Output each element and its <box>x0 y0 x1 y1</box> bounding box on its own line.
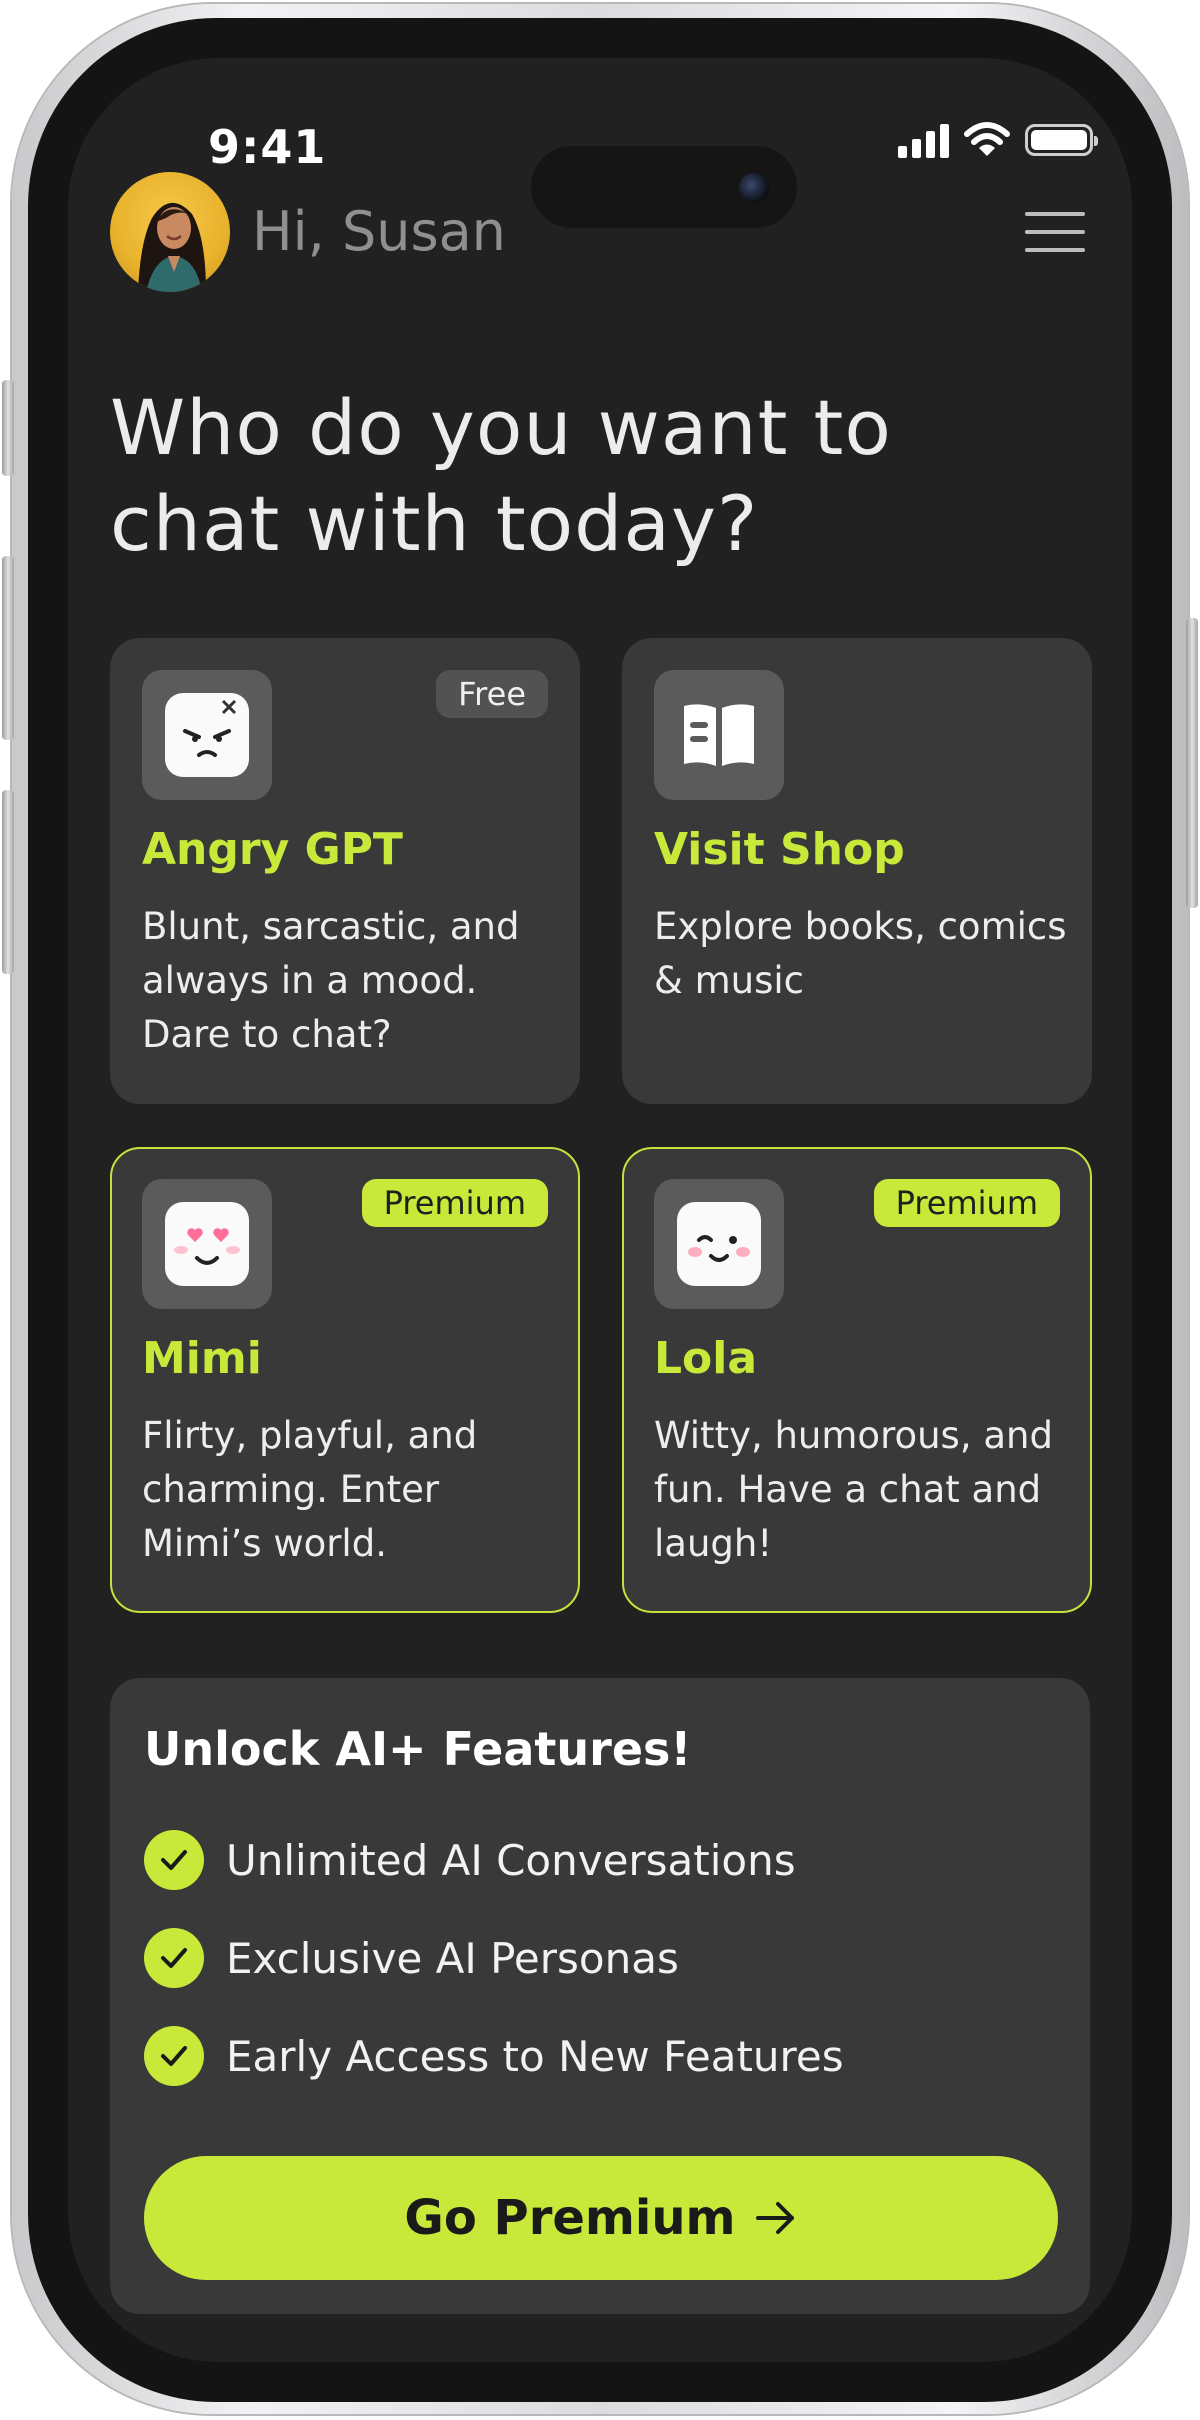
volume-down-button <box>2 790 14 974</box>
battery-icon <box>1025 124 1098 156</box>
go-premium-button[interactable]: Go Premium <box>144 2156 1058 2280</box>
check-icon <box>144 2026 204 2086</box>
shop-title: Visit Shop <box>654 824 905 875</box>
dynamic-island <box>531 146 797 228</box>
persona-description: Blunt, sarcastic, and always in a mood. … <box>142 905 520 1056</box>
menu-icon-line <box>1025 230 1085 234</box>
menu-icon-line <box>1025 212 1085 216</box>
persona-description: Flirty, playful, and charming. Enter Mim… <box>142 1414 478 1565</box>
persona-card-lola[interactable]: Premium Lola Witty, humorous, and fun. H… <box>622 1147 1092 1613</box>
premium-badge: Premium <box>361 1179 548 1227</box>
promo-title: Unlock AI+ Features! <box>144 1722 692 1776</box>
feature-item: Unlimited AI Conversations <box>144 1830 796 1890</box>
camera-icon <box>739 173 769 203</box>
menu-icon-line <box>1025 248 1085 252</box>
avatar-portrait-icon <box>138 202 206 292</box>
greeting-text: Hi, Susan <box>252 200 506 263</box>
shop-card[interactable]: Visit Shop Explore books, comics & music <box>622 638 1092 1104</box>
persona-title: Angry GPT <box>142 824 403 875</box>
menu-button[interactable] <box>1025 212 1085 252</box>
page-title: Who do you want to chat with today? <box>110 383 892 568</box>
wifi-icon <box>964 122 1010 156</box>
feature-item: Exclusive AI Personas <box>144 1928 679 1988</box>
angry-face-icon <box>142 670 272 800</box>
feature-text: Unlimited AI Conversations <box>226 1835 796 1885</box>
check-icon <box>144 1830 204 1890</box>
heart-eyes-face-icon <box>142 1179 272 1309</box>
check-icon <box>144 1928 204 1988</box>
feature-text: Early Access to New Features <box>226 2031 844 2081</box>
persona-title: Mimi <box>142 1333 262 1384</box>
go-premium-label: Go Premium <box>404 2190 736 2246</box>
feature-item: Early Access to New Features <box>144 2026 844 2086</box>
arrow-right-icon <box>755 2202 794 2234</box>
premium-promo-card: Unlock AI+ Features! Unlimited AI Conver… <box>110 1678 1090 2314</box>
shop-description: Explore books, comics & music <box>654 905 1067 1002</box>
free-badge: Free <box>436 670 548 718</box>
cellular-signal-icon <box>898 122 949 158</box>
power-button <box>1186 618 1198 908</box>
status-icons <box>898 122 1098 158</box>
avatar[interactable] <box>110 172 230 292</box>
book-icon <box>654 670 784 800</box>
winking-face-icon <box>654 1179 784 1309</box>
volume-up-button <box>2 556 14 740</box>
app-screen: 9:41 Hi, Susan Who do you want to chat w… <box>68 58 1132 2362</box>
feature-text: Exclusive AI Personas <box>226 1933 679 1983</box>
action-button <box>2 380 14 476</box>
persona-title: Lola <box>654 1333 758 1384</box>
persona-card-angry-gpt[interactable]: Free Angry GPT Blunt, sarcastic, and alw… <box>110 638 580 1104</box>
status-time: 9:41 <box>208 120 327 174</box>
persona-card-mimi[interactable]: Premium Mimi Flirty, playful, and charmi… <box>110 1147 580 1613</box>
premium-badge: Premium <box>873 1179 1060 1227</box>
persona-description: Witty, humorous, and fun. Have a chat an… <box>654 1414 1053 1565</box>
